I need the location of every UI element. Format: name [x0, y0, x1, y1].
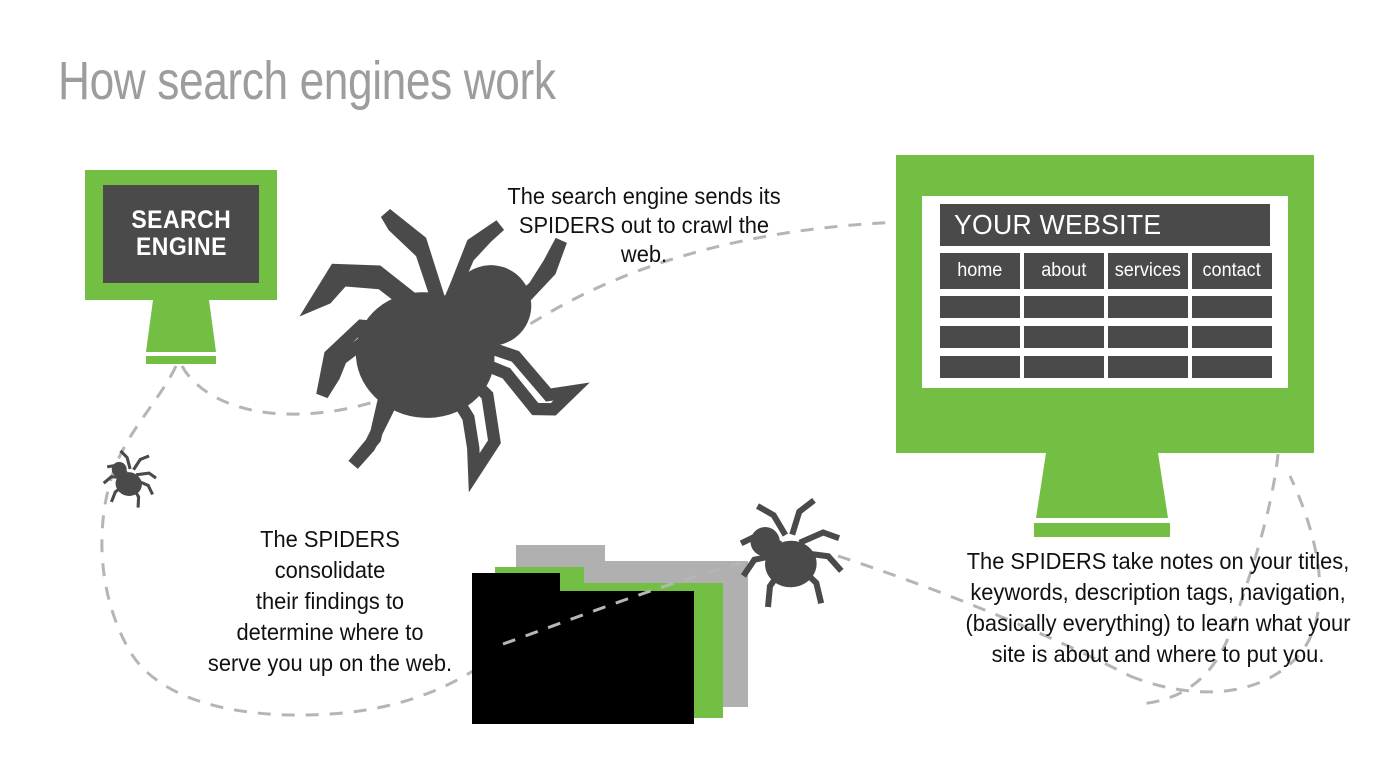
nav-item-label: contact — [1202, 260, 1262, 281]
nav-item-label: about — [1041, 260, 1087, 281]
content-block — [1108, 296, 1188, 318]
content-row — [940, 356, 1272, 378]
content-block — [1108, 326, 1188, 348]
page-title: How search engines work — [58, 51, 556, 111]
nav-item-services[interactable]: services — [1108, 253, 1188, 289]
callout-line: determine where to — [236, 619, 424, 645]
callout-crawl: The search engine sends its SPIDERS out … — [494, 182, 794, 269]
content-block — [940, 296, 1020, 318]
content-block — [940, 356, 1020, 378]
content-block — [1024, 296, 1104, 318]
content-block — [1192, 326, 1272, 348]
website-stand — [1034, 453, 1170, 537]
callout-line: SPIDERS out to crawl the web. — [518, 212, 770, 267]
website-header-title: YOUR WEBSITE — [954, 209, 1162, 240]
website-nav: home about services contact — [940, 253, 1272, 289]
search-engine-label-line1: SEARCH — [131, 206, 231, 234]
callout-line: serve you up on the web. — [207, 650, 453, 676]
callout-consolidate: The SPIDERS consolidate their findings t… — [198, 524, 462, 679]
callout-line: The SPIDERS consolidate — [260, 526, 400, 583]
callout-line: site is about and where to put you. — [991, 641, 1325, 667]
folder-front — [472, 573, 694, 724]
spider-icon-small — [98, 446, 162, 512]
callout-line: (basically everything) to learn what you… — [965, 610, 1351, 636]
content-block — [1192, 356, 1272, 378]
search-engine-stand — [146, 300, 216, 364]
callout-notes: The SPIDERS take notes on your titles, k… — [948, 546, 1368, 670]
infographic-canvas: How search engines work SEARCH ENGINE YO… — [0, 0, 1400, 768]
content-block — [940, 326, 1020, 348]
content-row — [940, 296, 1272, 318]
callout-line: keywords, description tags, navigation, — [970, 579, 1346, 605]
content-block — [1024, 356, 1104, 378]
content-block — [1108, 356, 1188, 378]
callout-line: their findings to — [255, 588, 405, 614]
callout-line: The SPIDERS take notes on your titles, — [966, 548, 1350, 574]
content-block — [1192, 296, 1272, 318]
content-row — [940, 326, 1272, 348]
search-engine-screen: SEARCH ENGINE — [103, 185, 259, 283]
nav-item-about[interactable]: about — [1024, 253, 1104, 289]
nav-item-home[interactable]: home — [940, 253, 1020, 289]
callout-line: The search engine sends its — [507, 183, 781, 209]
content-block — [1024, 326, 1104, 348]
search-engine-label-line2: ENGINE — [135, 233, 227, 261]
nav-item-label: home — [957, 260, 1003, 281]
website-content-rows — [940, 296, 1272, 386]
nav-item-contact[interactable]: contact — [1192, 253, 1272, 289]
website-header-bar: YOUR WEBSITE — [940, 204, 1270, 246]
spider-icon-medium — [738, 499, 843, 609]
nav-item-label: services — [1114, 260, 1182, 281]
